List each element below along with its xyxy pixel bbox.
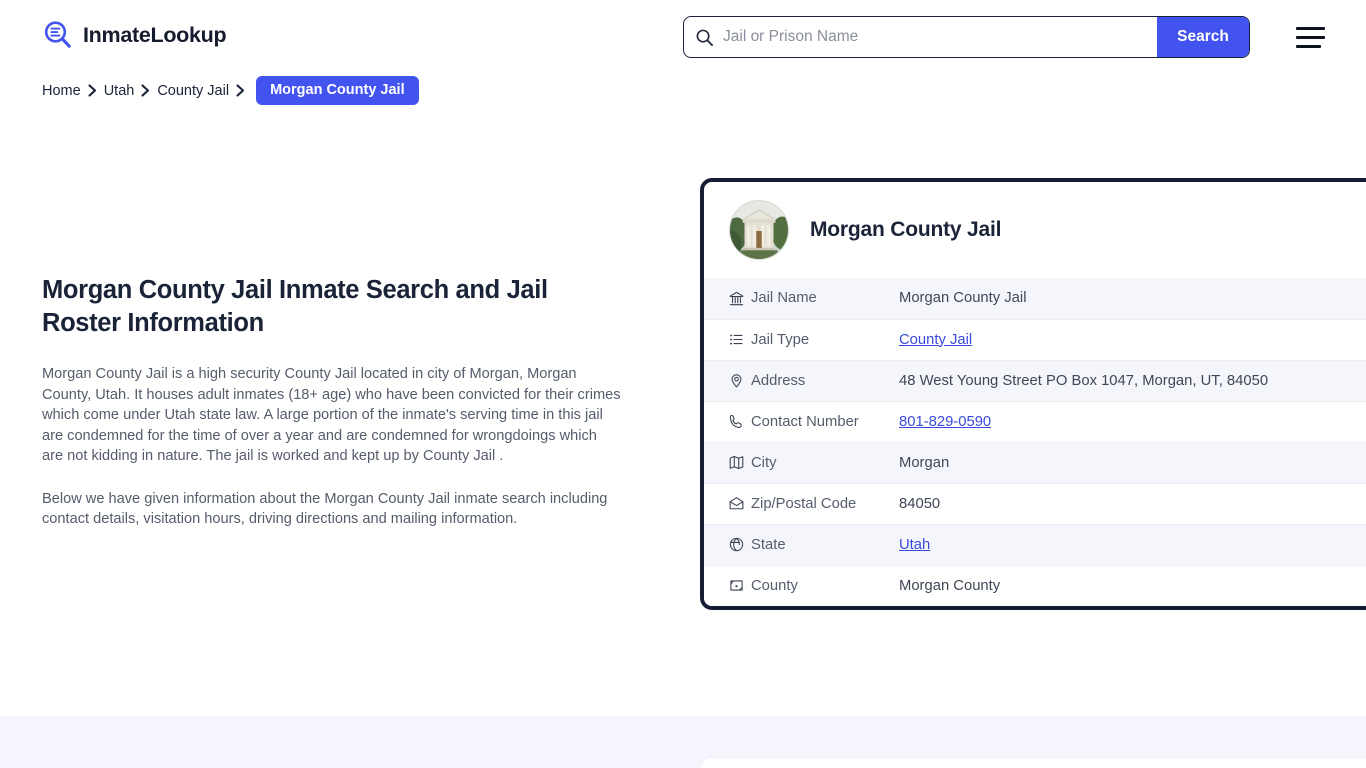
row-value: Morgan County xyxy=(899,564,1366,606)
breadcrumb-item-utah[interactable]: Utah xyxy=(104,83,135,99)
contact-number-link[interactable]: 801-829-0590 xyxy=(899,414,991,430)
list-icon xyxy=(704,318,751,360)
jail-type-link[interactable]: County Jail xyxy=(899,332,972,348)
jail-name-title: Morgan County Jail xyxy=(810,218,1002,241)
table-row: State Utah xyxy=(704,523,1366,565)
hamburger-bar xyxy=(1296,44,1321,48)
bottom-peek-card xyxy=(700,757,1366,768)
hamburger-bar xyxy=(1296,35,1325,39)
row-value: Utah xyxy=(899,523,1366,565)
row-label: State xyxy=(751,523,899,565)
article-column: Morgan County Jail Inmate Search and Jai… xyxy=(42,274,622,530)
table-row: City Morgan xyxy=(704,441,1366,483)
envelope-open-icon xyxy=(704,482,751,524)
article-paragraph-1: Morgan County Jail is a high security Co… xyxy=(42,366,621,464)
chevron-right-icon xyxy=(81,84,104,97)
jail-details-table: Jail Name Morgan County Jail Jail Type C… xyxy=(704,278,1366,606)
row-label: Jail Name xyxy=(751,290,817,307)
row-value: 801-829-0590 xyxy=(899,400,1366,442)
table-row: Jail Type County Jail xyxy=(704,318,1366,360)
row-value: Morgan County Jail xyxy=(899,290,1027,307)
table-row: Zip/Postal Code 84050 xyxy=(704,482,1366,524)
row-value: 84050 xyxy=(899,482,1366,524)
hamburger-menu-icon[interactable] xyxy=(1296,25,1328,49)
chevron-right-icon xyxy=(229,84,252,97)
brand-logo-link[interactable]: InmateLookup xyxy=(42,19,227,51)
jail-info-card-header: Morgan County Jail xyxy=(704,182,1366,278)
search-icon xyxy=(695,28,714,47)
state-link[interactable]: Utah xyxy=(899,537,930,553)
hamburger-bar xyxy=(1296,26,1325,30)
breadcrumb-item-home[interactable]: Home xyxy=(42,83,81,99)
row-label: City xyxy=(751,441,899,483)
bank-icon xyxy=(704,278,751,319)
breadcrumb-item-county-jail[interactable]: County Jail xyxy=(157,83,229,99)
row-label: Zip/Postal Code xyxy=(751,482,899,524)
row-label: Jail Type xyxy=(751,318,899,360)
table-row: Contact Number 801-829-0590 xyxy=(704,400,1366,442)
row-value: 48 West Young Street PO Box 1047, Morgan… xyxy=(899,359,1366,401)
search-input[interactable] xyxy=(714,17,1157,57)
map-badge-icon xyxy=(704,564,751,606)
breadcrumb: Home Utah County Jail Morgan County Jail xyxy=(42,76,419,105)
row-label: County xyxy=(751,564,899,606)
search-button[interactable]: Search xyxy=(1157,17,1249,57)
row-label: Contact Number xyxy=(751,400,899,442)
brand-name: InmateLookup xyxy=(83,22,227,47)
table-row: Jail Name Morgan County Jail xyxy=(704,278,1366,319)
courthouse-building-photo xyxy=(729,200,789,260)
row-value: Morgan xyxy=(899,441,1366,483)
search-bar[interactable]: Search xyxy=(683,16,1250,58)
article-paragraph-2: Below we have given information about th… xyxy=(42,490,608,528)
site-header: InmateLookup Search xyxy=(0,0,1366,74)
magnifier-list-logo-icon xyxy=(42,19,74,51)
breadcrumb-item-current: Morgan County Jail xyxy=(256,76,419,105)
map-icon xyxy=(704,441,751,483)
chevron-right-icon xyxy=(134,84,157,97)
row-label: Address xyxy=(751,359,899,401)
page-title: Morgan County Jail Inmate Search and Jai… xyxy=(42,276,548,337)
table-row: County Morgan County xyxy=(704,564,1366,606)
row-value: County Jail xyxy=(899,318,1366,360)
table-row: Address 48 West Young Street PO Box 1047… xyxy=(704,359,1366,401)
jail-info-card: Morgan County Jail Jail Name Morgan Coun… xyxy=(700,178,1366,610)
phone-icon xyxy=(704,400,751,442)
globe-icon xyxy=(704,523,751,565)
map-pin-icon xyxy=(704,359,751,401)
